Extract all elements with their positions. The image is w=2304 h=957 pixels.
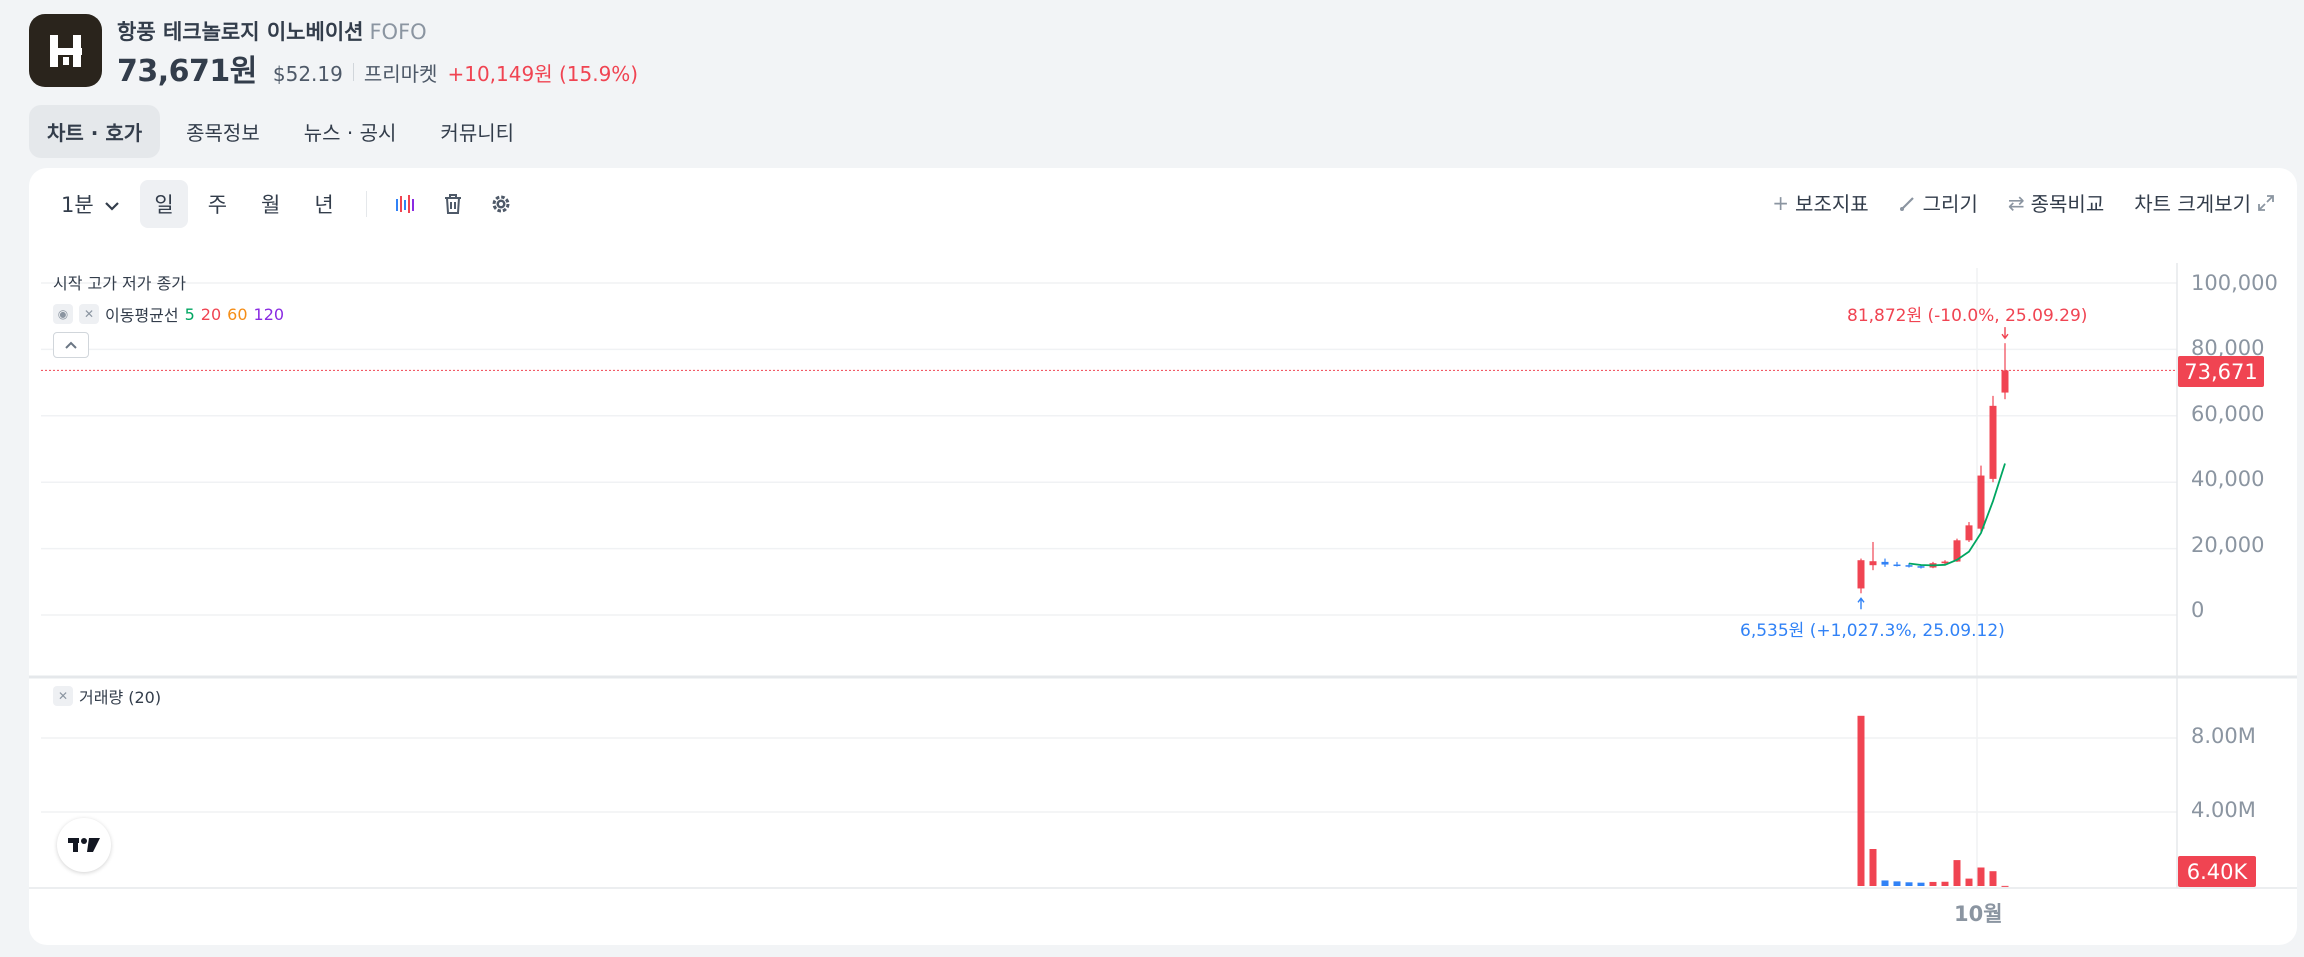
- x-axis-label: 10월: [1954, 902, 2003, 926]
- eye-off-icon[interactable]: ◉: [53, 304, 73, 324]
- high-marker-arrow: [2001, 327, 2009, 340]
- chart-card: 1분 일 주 월 년 + 보조지표 그리기 ⇄ 종목비교 차트 크게보기 시작 …: [29, 168, 2297, 945]
- volume-label: 거래량 (20): [79, 688, 162, 707]
- volume-bar: [1965, 878, 1973, 886]
- ma-legend: ◉ ✕ 이동평균선 5 20 60 120: [53, 302, 284, 326]
- candle-body: [1881, 561, 1889, 565]
- stock-title: 항풍 테크놀로지 이노베이션 FOFO: [117, 16, 427, 46]
- chevron-up-icon: [65, 341, 77, 349]
- low-marker-arrow: [1857, 597, 1865, 610]
- candle-body: [1965, 525, 1973, 541]
- tradingview-logo[interactable]: [57, 818, 111, 872]
- stock-logo: [29, 14, 102, 87]
- price-tick: 0: [2191, 598, 2205, 622]
- price-row: 73,671원 $52.19 프리마켓 +10,149원 (15.9%): [117, 46, 638, 90]
- candle-body: [1893, 564, 1901, 567]
- ma-label: 이동평균선: [105, 306, 179, 325]
- price-divider: [352, 63, 354, 81]
- high-annotation: 81,872원 (-10.0%, 25.09.29): [1847, 306, 2088, 326]
- current-price: 73,671원: [117, 54, 257, 89]
- volume-bar: [1989, 871, 1997, 886]
- candle-body: [1989, 405, 1997, 479]
- ma-period-20: 20: [200, 304, 222, 324]
- stock-name: 항풍 테크놀로지 이노베이션: [117, 20, 364, 44]
- volume-bar: [1941, 881, 1949, 886]
- volume-bar: [1869, 849, 1877, 886]
- volume-bar: [1917, 882, 1925, 886]
- close-icon[interactable]: ✕: [79, 304, 99, 324]
- candle-body: [1977, 475, 1985, 529]
- ohlc-legend: 시작 고가 저가 종가: [53, 274, 187, 293]
- tab-chart-orderbook[interactable]: 차트 · 호가: [29, 105, 161, 158]
- ma-period-60: 60: [227, 304, 248, 324]
- low-annotation: 6,535원 (+1,027.3%, 25.09.12): [1740, 621, 2005, 641]
- volume-bar: [1881, 880, 1889, 886]
- candle-body: [1917, 566, 1925, 568]
- price-usd: $52.19: [272, 62, 343, 86]
- price-tick: 20,000: [2191, 533, 2265, 557]
- tab-stock-info[interactable]: 종목정보: [168, 105, 278, 158]
- collapse-legend-button[interactable]: [53, 332, 89, 358]
- volume-bar: [1905, 882, 1913, 886]
- current-price-tag: 73,671: [2178, 356, 2264, 387]
- volume-bar: [1857, 715, 1865, 886]
- price-chart[interactable]: [29, 168, 2297, 945]
- volume-bar: [1893, 881, 1901, 886]
- volume-tick: 4.00M: [2191, 798, 2256, 822]
- ma-period-120: 120: [253, 304, 285, 324]
- stock-logo-icon: [49, 34, 82, 67]
- volume-bar: [1977, 867, 1985, 886]
- stock-ticker: FOFO: [369, 20, 427, 44]
- price-tick: 60,000: [2191, 402, 2265, 426]
- volume-legend: ✕ 거래량 (20): [53, 684, 161, 708]
- volume-tick: 8.00M: [2191, 724, 2256, 748]
- main-tabs: 차트 · 호가 종목정보 뉴스 · 공시 커뮤니티: [29, 105, 532, 158]
- tab-news[interactable]: 뉴스 · 공시: [286, 105, 415, 158]
- price-change: +10,149원 (15.9%): [447, 62, 639, 86]
- candle-body: [2001, 370, 2009, 393]
- tab-community[interactable]: 커뮤니티: [422, 105, 532, 158]
- volume-bar: [2001, 885, 2009, 887]
- close-icon[interactable]: ✕: [53, 686, 73, 706]
- tradingview-icon: [68, 838, 100, 852]
- candle-body: [1857, 560, 1865, 589]
- volume-bar: [1929, 881, 1937, 886]
- candle-body: [1905, 565, 1913, 567]
- volume-bar: [1953, 860, 1961, 886]
- candle-body: [1869, 561, 1877, 566]
- session-label: 프리마켓: [363, 62, 438, 86]
- ma-period-5: 5: [184, 304, 195, 324]
- price-tick: 40,000: [2191, 467, 2265, 491]
- price-tick: 100,000: [2191, 271, 2278, 295]
- volume-tag: 6.40K: [2178, 856, 2256, 887]
